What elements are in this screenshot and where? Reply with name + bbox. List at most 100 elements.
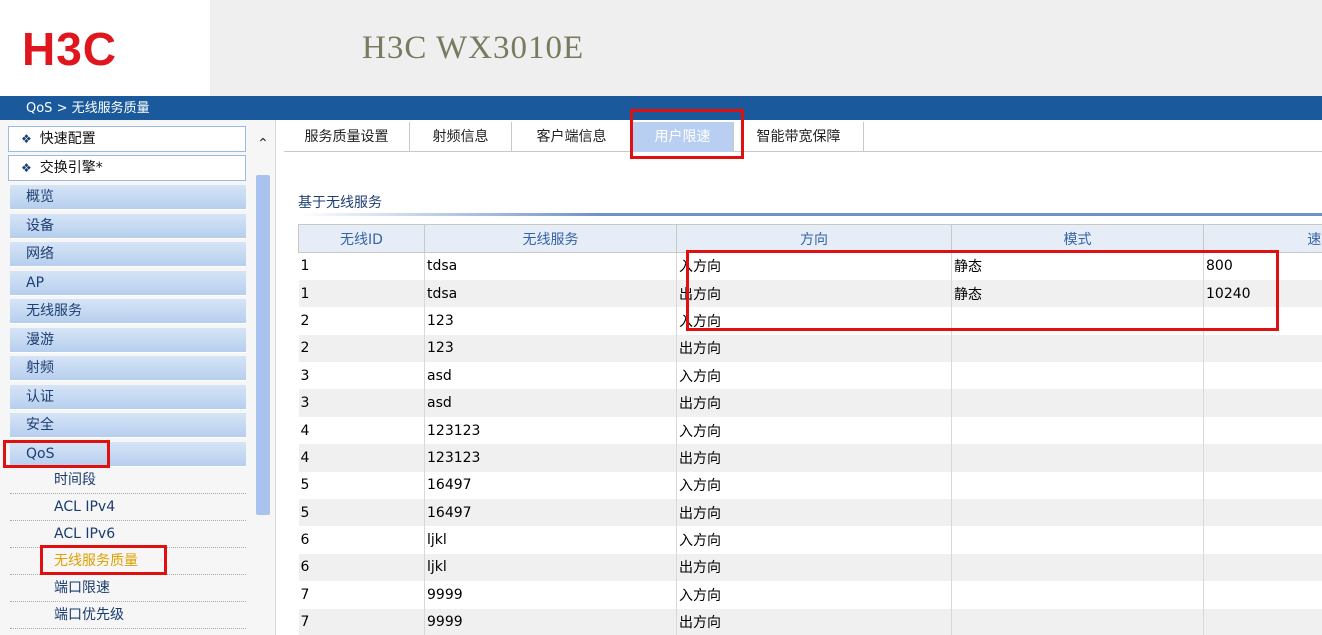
table-cell: 出方向 <box>676 553 952 582</box>
table-row: 6 ljkl 出方向 <box>298 553 1322 582</box>
table-cell: 入方向 <box>676 252 952 280</box>
tab-item[interactable]: 客户端信息 <box>512 122 632 152</box>
table-cell: 9999 <box>424 608 677 635</box>
table-cell: 1 <box>298 279 425 308</box>
table-cell <box>1203 416 1322 445</box>
table-cell: 出方向 <box>676 444 952 472</box>
table-cell: 静态 <box>951 279 1204 308</box>
sidebar-scrollbar[interactable] <box>256 175 270 515</box>
table-cell: 800 <box>1203 252 1322 280</box>
scroll-up-icon[interactable]: ⌃ <box>255 134 271 154</box>
table-cell: 1 <box>298 252 425 280</box>
h3c-logo: H3C <box>22 23 118 75</box>
table-cell: asd <box>424 362 677 390</box>
table-cell: 出方向 <box>676 499 952 527</box>
column-header[interactable]: 方向 <box>676 224 952 253</box>
table-cell: 出方向 <box>676 334 952 363</box>
table-row: 3 asd 出方向 <box>298 389 1322 417</box>
sidebar-item[interactable]: 认证 <box>10 384 246 410</box>
table-cell <box>951 608 1204 635</box>
table-cell <box>951 362 1204 390</box>
table-cell: 4 <box>298 416 425 445</box>
table-cell: 123123 <box>424 444 677 472</box>
sidebar-item[interactable]: 漫游 <box>10 327 246 353</box>
column-header[interactable]: 模式 <box>951 224 1204 253</box>
table-cell <box>1203 444 1322 472</box>
sidebar-subitem[interactable]: 端口限速 <box>10 575 246 602</box>
tab-item[interactable]: 智能带宽保障 <box>734 122 864 152</box>
sidebar-subitem[interactable]: ACL IPv6 <box>10 521 246 548</box>
table-cell: 9999 <box>424 581 677 609</box>
table-cell <box>1203 362 1322 390</box>
table-cell <box>951 581 1204 609</box>
table-row: 4 123123 出方向 <box>298 444 1322 472</box>
table-row: 1 tdsa 出方向 静态 10240 <box>298 279 1322 308</box>
table-row: 2 123 出方向 <box>298 334 1322 363</box>
diamond-icon: ❖ <box>21 161 32 175</box>
table-cell <box>1203 581 1322 609</box>
tab-item[interactable]: 服务质量设置 <box>284 122 410 152</box>
table-cell: 123 <box>424 334 677 363</box>
table-cell: 入方向 <box>676 471 952 500</box>
sidebar-subitem[interactable]: 无线服务质量 <box>10 548 246 575</box>
table-cell: 静态 <box>951 252 1204 280</box>
sidebar-top-item[interactable]: ❖ 快速配置 <box>8 126 246 152</box>
table-cell <box>1203 307 1322 335</box>
sidebar-top-item[interactable]: ❖ 交换引擎* <box>8 155 246 181</box>
table-row: 7 9999 出方向 <box>298 608 1322 635</box>
rate-limit-table: 无线ID无线服务方向模式速率(千 1tdsa入方向静态8001tdsa出方向静态… <box>298 224 1322 635</box>
table-cell <box>1203 553 1322 582</box>
table-cell <box>1203 526 1322 554</box>
sidebar: ❖ 快速配置 ❖ 交换引擎* 概览 设备 网络 AP 无线服务 漫游 射频 认证 安全 QoS 时间段 ACL… <box>0 120 276 635</box>
table-row: 2 123 入方向 <box>298 307 1322 335</box>
sidebar-item[interactable]: 无线服务 <box>10 299 246 324</box>
table-cell: 出方向 <box>676 389 952 417</box>
table-cell: 入方向 <box>676 416 952 445</box>
table-cell: 16497 <box>424 471 677 500</box>
sidebar-subitem[interactable]: 时间段 <box>10 467 246 494</box>
tab-item[interactable]: 用户限速 <box>632 122 734 152</box>
sidebar-item[interactable]: 网络 <box>10 242 246 267</box>
table-cell <box>951 499 1204 527</box>
table-row: 7 9999 入方向 <box>298 581 1322 609</box>
table-cell: 入方向 <box>676 581 952 609</box>
sidebar-subitem[interactable]: ACL IPv4 <box>10 494 246 521</box>
section-divider <box>298 213 1322 216</box>
sidebar-item[interactable]: 安全 <box>10 413 246 438</box>
column-header[interactable]: 速率(千 <box>1203 224 1322 253</box>
column-header[interactable]: 无线服务 <box>424 224 677 253</box>
table-cell: 5 <box>298 499 425 527</box>
sidebar-item[interactable]: 设备 <box>10 213 246 239</box>
table-cell: 6 <box>298 526 425 554</box>
sidebar-item[interactable]: QoS <box>10 441 246 467</box>
table-cell: ljkl <box>424 553 677 582</box>
table-cell <box>1203 499 1322 527</box>
table-cell <box>951 389 1204 417</box>
tab-item[interactable]: 射频信息 <box>410 122 512 152</box>
sidebar-item[interactable]: 概览 <box>10 185 246 210</box>
sidebar-item[interactable]: 射频 <box>10 356 246 381</box>
sidebar-subitem[interactable]: 端口优先级 <box>10 602 246 629</box>
tab-bar: 服务质量设置 射频信息 客户端信息 用户限速 智能带宽保障 <box>284 122 1322 152</box>
table-cell <box>1203 471 1322 500</box>
table-row: 1 tdsa 入方向 静态 800 <box>298 252 1322 280</box>
table-cell <box>951 471 1204 500</box>
table-row: 4 123123 入方向 <box>298 416 1322 445</box>
table-cell: 入方向 <box>676 526 952 554</box>
table-cell: asd <box>424 389 677 417</box>
diamond-icon: ❖ <box>21 132 32 146</box>
sidebar-item[interactable]: AP <box>10 270 246 296</box>
breadcrumb: QoS > 无线服务质量 <box>0 96 1322 120</box>
table-cell: 123 <box>424 307 677 335</box>
table-cell <box>1203 389 1322 417</box>
table-cell: 入方向 <box>676 307 952 335</box>
table-cell <box>951 334 1204 363</box>
table-cell: 7 <box>298 581 425 609</box>
table-cell: 7 <box>298 608 425 635</box>
column-header[interactable]: 无线ID <box>298 224 425 253</box>
table-row: 6 ljkl 入方向 <box>298 526 1322 554</box>
product-title: H3C WX3010E <box>362 30 585 66</box>
table-cell: 2 <box>298 334 425 363</box>
table-cell: 4 <box>298 444 425 472</box>
table-cell <box>1203 608 1322 635</box>
